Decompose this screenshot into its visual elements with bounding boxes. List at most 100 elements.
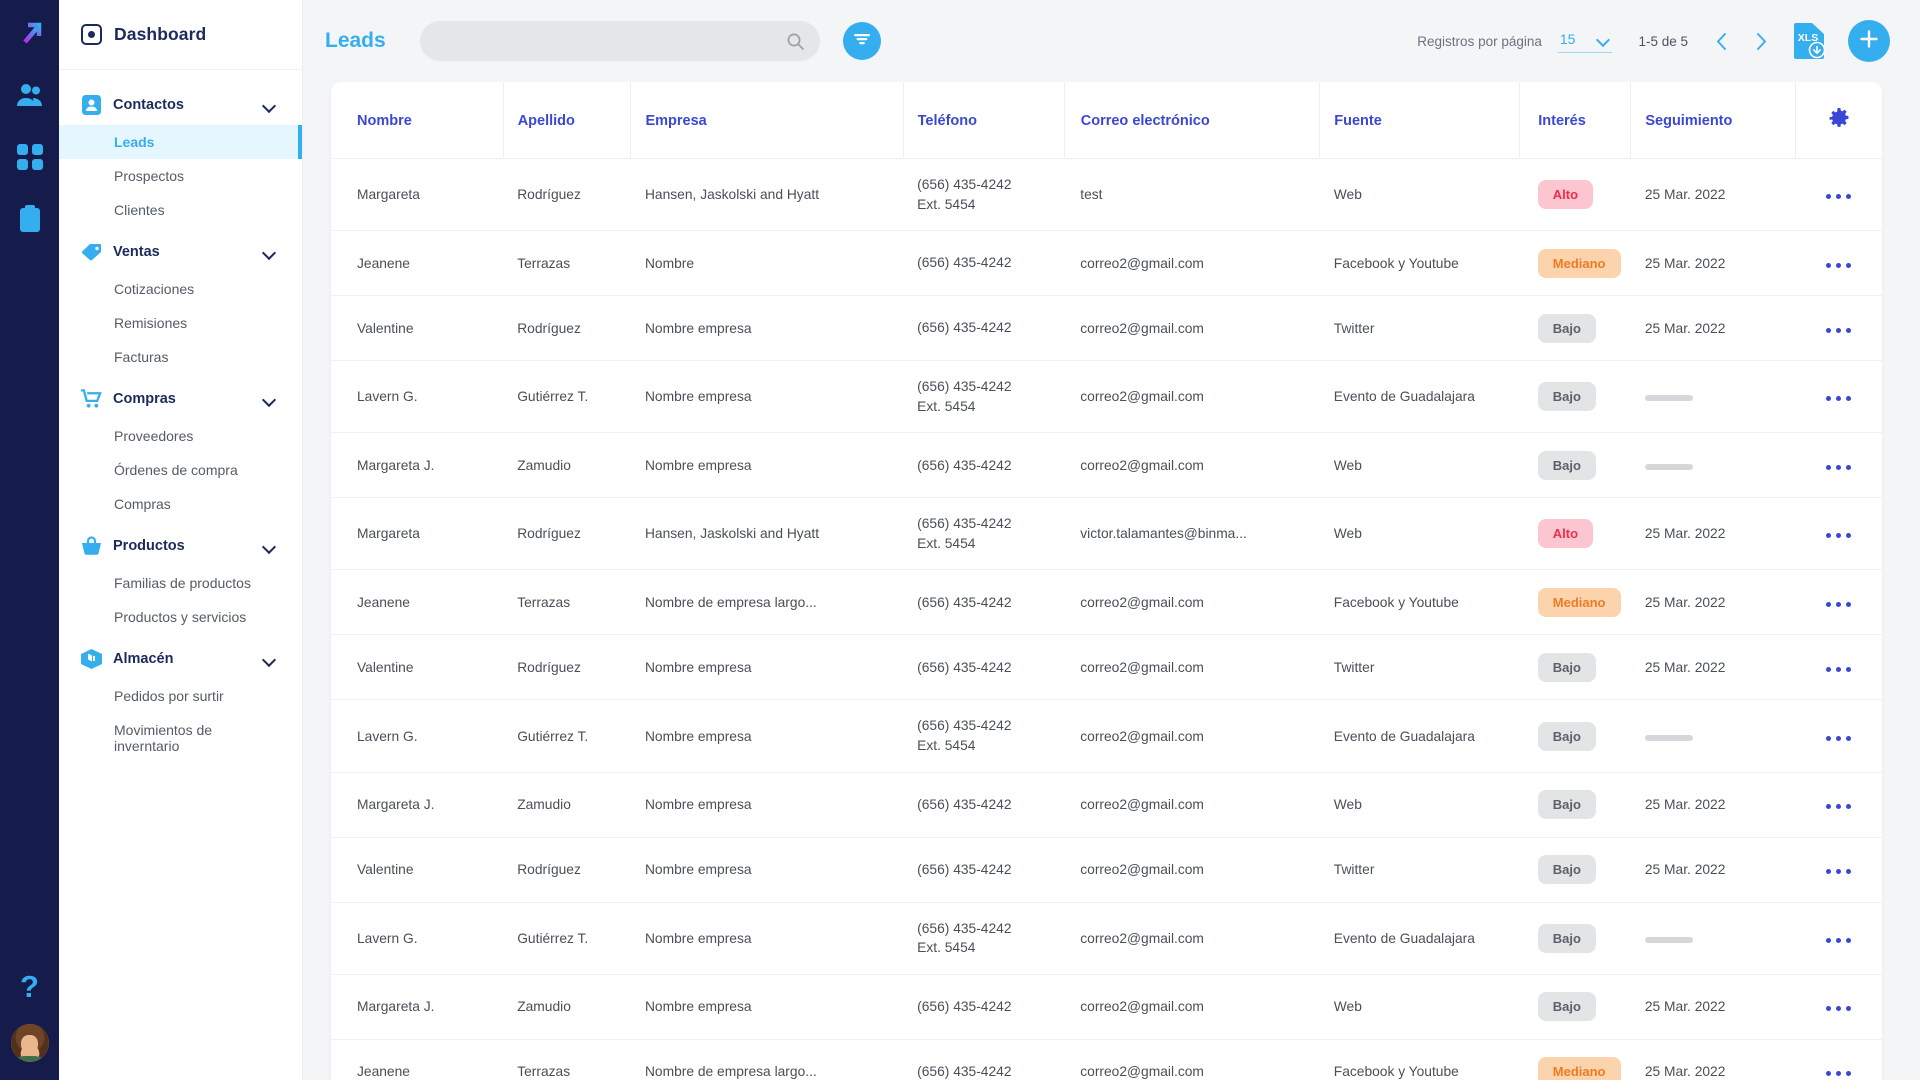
search-input[interactable] <box>435 33 787 49</box>
column-header-nombre[interactable]: Nombre <box>331 82 504 159</box>
cell-apellido: Gutiérrez T. <box>503 699 631 773</box>
help-icon[interactable]: ? <box>20 971 39 1002</box>
filter-button[interactable] <box>842 22 881 60</box>
sidebar-item-productos-y-servicios[interactable]: Productos y servicios <box>59 600 302 634</box>
row-actions-button[interactable] <box>1795 634 1882 701</box>
table-row[interactable]: Valentine Rodríguez Nombre empresa (656) 43… <box>331 295 1882 362</box>
sidebar-item-proveedores[interactable]: Proveedores <box>59 419 302 453</box>
sidebar-item-clientes[interactable]: Clientes <box>59 193 302 227</box>
more-options-icon[interactable] <box>1826 735 1852 741</box>
chevron-down-icon[interactable] <box>263 542 276 550</box>
clipboard-icon[interactable] <box>13 202 47 236</box>
more-options-icon[interactable] <box>1826 601 1852 607</box>
table-row[interactable]: Margareta J. Zamudio Nombre empresa (656) 4… <box>331 772 1882 838</box>
column-header-telefono[interactable]: Teléfono <box>903 82 1065 159</box>
cell-interes: Bajo <box>1519 699 1631 773</box>
column-header-fuente[interactable]: Fuente <box>1319 82 1521 159</box>
row-actions-button[interactable] <box>1795 902 1882 975</box>
sidebar: Dashboard Contactos Leads Prospectos Cli… <box>59 0 303 1080</box>
table-settings-button[interactable] <box>1795 82 1882 159</box>
search-icon[interactable] <box>787 33 804 50</box>
cell-correo: correo2@gmail.com <box>1064 569 1320 636</box>
cart-icon <box>81 388 102 409</box>
column-header-correo[interactable]: Correo electrónico <box>1064 82 1321 159</box>
more-options-icon[interactable] <box>1826 396 1852 402</box>
table-row[interactable]: Valentine Rodríguez Nombre empresa (656) 43… <box>331 837 1882 903</box>
row-actions-button[interactable] <box>1795 158 1882 232</box>
table-row[interactable]: Jeanene Terrazas Nombre de empresa largo..… <box>331 569 1882 636</box>
chevron-down-icon[interactable] <box>263 655 276 663</box>
sidebar-item-familias-de-productos[interactable]: Familias de productos <box>59 566 302 600</box>
column-header-seguimiento[interactable]: Seguimiento <box>1630 82 1796 159</box>
export-xls-button[interactable]: XLS <box>1792 22 1826 60</box>
sidebar-item-compras[interactable]: Compras <box>59 487 302 521</box>
row-actions-button[interactable] <box>1795 974 1882 1040</box>
column-header-empresa[interactable]: Empresa <box>630 82 904 159</box>
sidebar-item-remisiones[interactable]: Remisiones <box>59 306 302 340</box>
table-row[interactable]: Jeanene Terrazas Nombre (656) 435-4242 corre… <box>331 230 1882 297</box>
search-box[interactable] <box>419 21 820 61</box>
users-icon[interactable] <box>13 78 47 112</box>
more-options-icon[interactable] <box>1826 262 1852 268</box>
row-actions-button[interactable] <box>1795 1039 1882 1080</box>
column-header-interes[interactable]: Interés <box>1519 82 1632 159</box>
cell-seguimiento <box>1630 902 1796 975</box>
avatar[interactable] <box>10 1024 49 1062</box>
more-options-icon[interactable] <box>1826 1006 1852 1012</box>
more-options-icon[interactable] <box>1826 464 1852 470</box>
more-options-icon[interactable] <box>1826 533 1852 539</box>
table-row[interactable]: Jeanene Terrazas Nombre de empresa largo..… <box>331 1039 1882 1080</box>
more-options-icon[interactable] <box>1826 327 1852 333</box>
row-actions-button[interactable] <box>1795 295 1882 362</box>
grid-icon[interactable] <box>13 140 47 174</box>
more-options-icon[interactable] <box>1826 804 1852 810</box>
sidebar-item-leads[interactable]: Leads <box>59 125 302 159</box>
logo-arrow-icon[interactable] <box>13 16 47 50</box>
sidebar-item-pedidos-por-surtir[interactable]: Pedidos por surtir <box>59 679 302 713</box>
cell-empresa: Nombre <box>630 230 904 297</box>
sidebar-group-header-productos[interactable]: Productos <box>59 525 302 566</box>
table-row[interactable]: Lavern G. Gutiérrez T. Nombre empresa (656)… <box>331 699 1882 773</box>
table-row[interactable]: Margareta J. Zamudio Nombre empresa (656) 4… <box>331 974 1882 1040</box>
column-header-apellido[interactable]: Apellido <box>503 82 632 159</box>
next-page-button[interactable] <box>1748 28 1774 54</box>
sidebar-group-header-almacen[interactable]: Almacén <box>59 638 302 679</box>
sidebar-item-ordenes-de-compra[interactable]: Órdenes de compra <box>59 453 302 487</box>
chevron-down-icon[interactable] <box>263 248 276 256</box>
row-actions-button[interactable] <box>1795 699 1882 773</box>
row-actions-button[interactable] <box>1795 837 1882 903</box>
cell-telefono: (656) 435-4242 <box>903 772 1065 838</box>
more-options-icon[interactable] <box>1826 666 1852 672</box>
row-actions-button[interactable] <box>1795 432 1882 499</box>
row-actions-button[interactable] <box>1795 230 1882 297</box>
sidebar-item-movimientos-de-inventario[interactable]: Movimientos de inverntario <box>59 713 302 763</box>
add-lead-button[interactable] <box>1848 20 1890 62</box>
row-actions-button[interactable] <box>1795 497 1882 571</box>
more-options-icon[interactable] <box>1826 1071 1852 1077</box>
more-options-icon[interactable] <box>1826 194 1852 200</box>
sidebar-item-facturas[interactable]: Facturas <box>59 340 302 374</box>
chevron-down-icon[interactable] <box>263 395 276 403</box>
sidebar-item-cotizaciones[interactable]: Cotizaciones <box>59 272 302 306</box>
chevron-down-icon[interactable] <box>263 101 276 109</box>
sidebar-item-prospectos[interactable]: Prospectos <box>59 159 302 193</box>
table-row[interactable]: Margareta Rodríguez Hansen, Jaskolski and … <box>331 158 1882 232</box>
cell-empresa: Nombre empresa <box>630 902 904 975</box>
more-options-icon[interactable] <box>1826 869 1852 875</box>
sidebar-group-header-contactos[interactable]: Contactos <box>59 84 302 125</box>
row-actions-button[interactable] <box>1795 772 1882 838</box>
table-row[interactable]: Margareta J. Zamudio Nombre empresa (656) 4… <box>331 432 1882 499</box>
sidebar-group-header-ventas[interactable]: Ventas <box>59 231 302 272</box>
cell-fuente: Evento de Guadalajara <box>1319 360 1520 434</box>
cell-interes: Bajo <box>1519 772 1631 838</box>
prev-page-button[interactable] <box>1708 28 1734 54</box>
more-options-icon[interactable] <box>1826 937 1852 943</box>
table-row[interactable]: Margareta Rodríguez Hansen, Jaskolski and … <box>331 497 1882 571</box>
records-per-page-select[interactable]: 15 <box>1557 29 1613 53</box>
table-row[interactable]: Valentine Rodríguez Nombre empresa (656) 43… <box>331 634 1882 701</box>
table-row[interactable]: Lavern G. Gutiérrez T. Nombre empresa (656)… <box>331 902 1882 975</box>
table-row[interactable]: Lavern G. Gutiérrez T. Nombre empresa (656)… <box>331 360 1882 434</box>
sidebar-group-header-compras[interactable]: Compras <box>59 378 302 419</box>
row-actions-button[interactable] <box>1795 360 1882 434</box>
row-actions-button[interactable] <box>1795 569 1882 636</box>
